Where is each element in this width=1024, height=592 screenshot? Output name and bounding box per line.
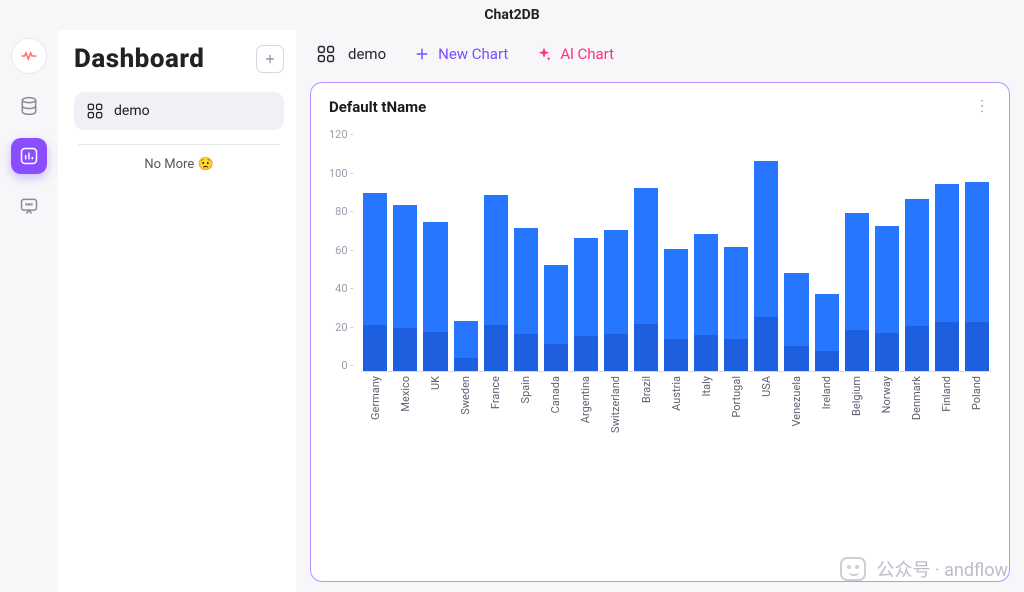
y-axis: 120 100 80 60 40 20 0 [329, 122, 361, 372]
avatar[interactable] [11, 38, 47, 74]
toolbar: demo New Chart Al Chart [310, 38, 1010, 82]
x-tick: Poland [965, 376, 989, 433]
breadcrumb-demo[interactable]: demo [316, 44, 386, 64]
bar[interactable] [965, 182, 989, 371]
y-tick: 0 [341, 359, 353, 372]
sidebar-item-demo[interactable]: demo [74, 92, 284, 130]
sidebar: Dashboard demo No More 😟 [58, 30, 296, 592]
chart-card: Default tName ⋯ 120 100 80 60 40 20 0 GermanyM… [310, 82, 1010, 582]
ai-chart-button[interactable]: Al Chart [536, 45, 614, 63]
chart-title: Default tName [329, 98, 426, 116]
bar[interactable] [875, 226, 899, 371]
x-tick: Norway [875, 376, 899, 433]
bar[interactable] [484, 195, 508, 371]
dashboard-grid-icon [316, 44, 336, 64]
new-chart-button[interactable]: New Chart [414, 45, 508, 63]
y-tick: 60 [335, 244, 353, 257]
bar[interactable] [393, 205, 417, 371]
bars-container [361, 122, 991, 372]
window-titlebar: Chat2DB [0, 0, 1024, 30]
no-more-label: No More 😟 [78, 144, 280, 172]
x-tick: Belgium [845, 376, 869, 433]
bar[interactable] [544, 265, 568, 371]
sidebar-item-label: demo [114, 103, 150, 119]
x-tick: Spain [514, 376, 538, 433]
breadcrumb-label: demo [348, 45, 386, 63]
chart-plot: 120 100 80 60 40 20 0 GermanyMexicoUK SwedenFra… [329, 122, 991, 573]
x-tick: Finland [935, 376, 959, 433]
bar[interactable] [514, 228, 538, 371]
x-tick: Austria [664, 376, 688, 433]
app-title: Chat2DB [484, 7, 539, 23]
bar[interactable] [724, 247, 748, 372]
x-tick: Portugal [724, 376, 748, 433]
bar[interactable] [815, 294, 839, 371]
plus-icon [414, 46, 430, 62]
chat-icon [19, 196, 39, 216]
new-chart-label: New Chart [438, 45, 508, 63]
main-panel: demo New Chart Al Chart Default tName ⋯ … [296, 30, 1024, 592]
nav-databases[interactable] [11, 88, 47, 124]
plus-icon [263, 52, 277, 66]
bar[interactable] [604, 230, 628, 371]
bar[interactable] [905, 199, 929, 371]
x-tick: Canada [544, 376, 568, 433]
x-tick: Argentina [574, 376, 598, 433]
y-tick: 120 [329, 128, 353, 141]
x-tick: Mexico [393, 376, 417, 433]
bar[interactable] [634, 188, 658, 371]
add-dashboard-button[interactable] [256, 45, 284, 73]
bar[interactable] [363, 193, 387, 371]
y-tick: 80 [335, 205, 353, 218]
avatar-icon [20, 50, 38, 62]
x-tick: Denmark [905, 376, 929, 433]
sparkle-icon [536, 46, 552, 62]
x-tick: France [484, 376, 508, 433]
x-tick: Ireland [815, 376, 839, 433]
bar-chart-icon [19, 146, 39, 166]
nav-chat[interactable] [11, 188, 47, 224]
y-tick: 20 [335, 321, 353, 334]
x-tick: Sweden [454, 376, 478, 433]
ai-chart-label: Al Chart [560, 45, 614, 63]
x-tick: Brazil [634, 376, 658, 433]
bar[interactable] [935, 184, 959, 371]
nav-dashboard[interactable] [11, 138, 47, 174]
y-tick: 100 [329, 167, 353, 180]
bar[interactable] [574, 238, 598, 371]
x-tick: Venezuela [784, 376, 808, 433]
bar[interactable] [454, 321, 478, 371]
x-tick: UK [423, 376, 447, 433]
x-tick: USA [754, 376, 778, 433]
bar[interactable] [754, 161, 778, 371]
dashboard-grid-icon [86, 102, 104, 120]
bar[interactable] [423, 222, 447, 371]
x-tick: Switzerland [604, 376, 628, 433]
card-menu-button[interactable]: ⋯ [973, 98, 992, 115]
x-tick: Germany [363, 376, 387, 433]
bar[interactable] [784, 273, 808, 371]
bar[interactable] [694, 234, 718, 371]
bar[interactable] [845, 213, 869, 371]
y-tick: 40 [335, 282, 353, 295]
nav-rail [0, 30, 58, 592]
bar[interactable] [664, 249, 688, 371]
x-tick: Italy [694, 376, 718, 433]
x-axis: GermanyMexicoUK SwedenFranceSpainCanadaAr… [361, 372, 991, 433]
database-icon [19, 96, 39, 116]
sidebar-title: Dashboard [74, 44, 204, 74]
